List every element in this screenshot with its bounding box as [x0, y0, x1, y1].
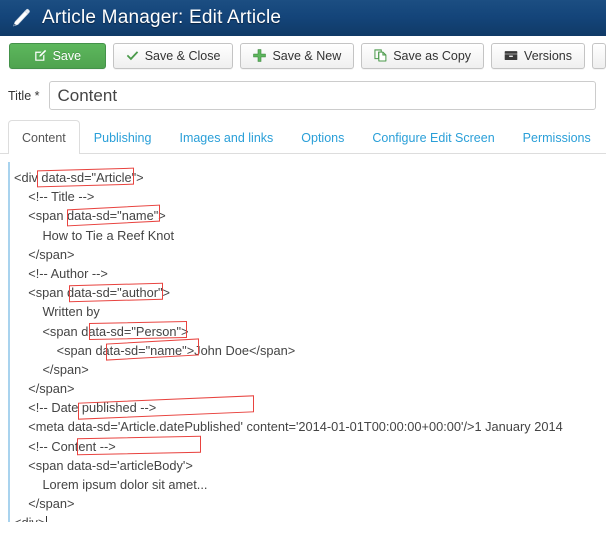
save-and-new-label: Save & New: [272, 48, 342, 63]
versions-label: Versions: [524, 48, 572, 63]
archive-icon: [504, 50, 518, 61]
code-line: </span>: [14, 246, 75, 262]
overflow-button-partial[interactable]: [592, 42, 606, 69]
pencil-square-icon: [34, 49, 47, 62]
versions-button[interactable]: Versions: [491, 42, 585, 69]
code-line: </span>: [14, 381, 75, 397]
toolbar: Save Save & Close Save & New Save as Cop…: [0, 36, 606, 76]
text-caret: [46, 516, 48, 522]
code-line: </span>: [14, 496, 75, 512]
code-line: <div data-sd="Article">: [14, 170, 144, 185]
save-as-copy-button[interactable]: Save as Copy: [361, 42, 485, 69]
code-line: How to Tie a Reef Knot: [14, 227, 175, 243]
save-button-label: Save: [52, 48, 82, 63]
tab-bar: Content Publishing Images and links Opti…: [0, 118, 606, 154]
check-icon: [126, 50, 139, 62]
save-as-copy-label: Save as Copy: [393, 48, 472, 63]
code-line: <span data-sd="Person">: [14, 323, 189, 339]
tab-content[interactable]: Content: [8, 120, 80, 154]
code-line-last: <div>: [14, 513, 606, 522]
code-line: <!-- Author -->: [14, 265, 108, 281]
code-line: Written by: [14, 304, 100, 320]
code-line: <meta data-sd='Article.datePublished' co…: [14, 419, 563, 435]
title-input[interactable]: [48, 81, 596, 110]
code-line: <!-- Date published -->: [14, 400, 157, 416]
code-line: <!-- Title -->: [14, 189, 95, 205]
tab-options[interactable]: Options: [287, 121, 358, 154]
save-and-close-button[interactable]: Save & Close: [112, 42, 234, 69]
code-line-text: <div>: [14, 515, 45, 522]
tab-permissions[interactable]: Permissions: [509, 121, 605, 154]
tab-images-and-links[interactable]: Images and links: [165, 121, 287, 154]
code-line: <!-- Content -->: [14, 438, 116, 454]
page-title: Article Manager: Edit Article: [42, 7, 282, 28]
tab-configure-edit-screen[interactable]: Configure Edit Screen: [358, 121, 508, 154]
code-content[interactable]: <div data-sd="Article"> <!-- Title --> <…: [10, 162, 606, 522]
code-line: </span>: [14, 361, 89, 377]
pencil-icon: [10, 7, 32, 29]
code-line: Lorem ipsum dolor sit amet...: [14, 477, 208, 492]
code-line: <span data-sd="name">: [14, 208, 166, 224]
copy-icon: [374, 49, 387, 62]
title-field-row: Title *: [0, 76, 606, 118]
code-line: <span data-sd="author">: [14, 285, 170, 301]
title-label: Title *: [8, 88, 40, 103]
code-line: <span data-sd="name">John Doe</span>: [14, 342, 296, 358]
tab-publishing[interactable]: Publishing: [80, 121, 166, 154]
save-and-new-button[interactable]: Save & New: [240, 42, 355, 69]
code-line: <span data-sd='articleBody'>: [14, 457, 193, 473]
page-header: Article Manager: Edit Article: [0, 0, 606, 36]
save-button[interactable]: Save: [9, 42, 106, 69]
plus-icon: [253, 49, 267, 62]
code-editor[interactable]: <div data-sd="Article"> <!-- Title --> <…: [8, 162, 606, 522]
save-and-close-label: Save & Close: [144, 48, 221, 63]
